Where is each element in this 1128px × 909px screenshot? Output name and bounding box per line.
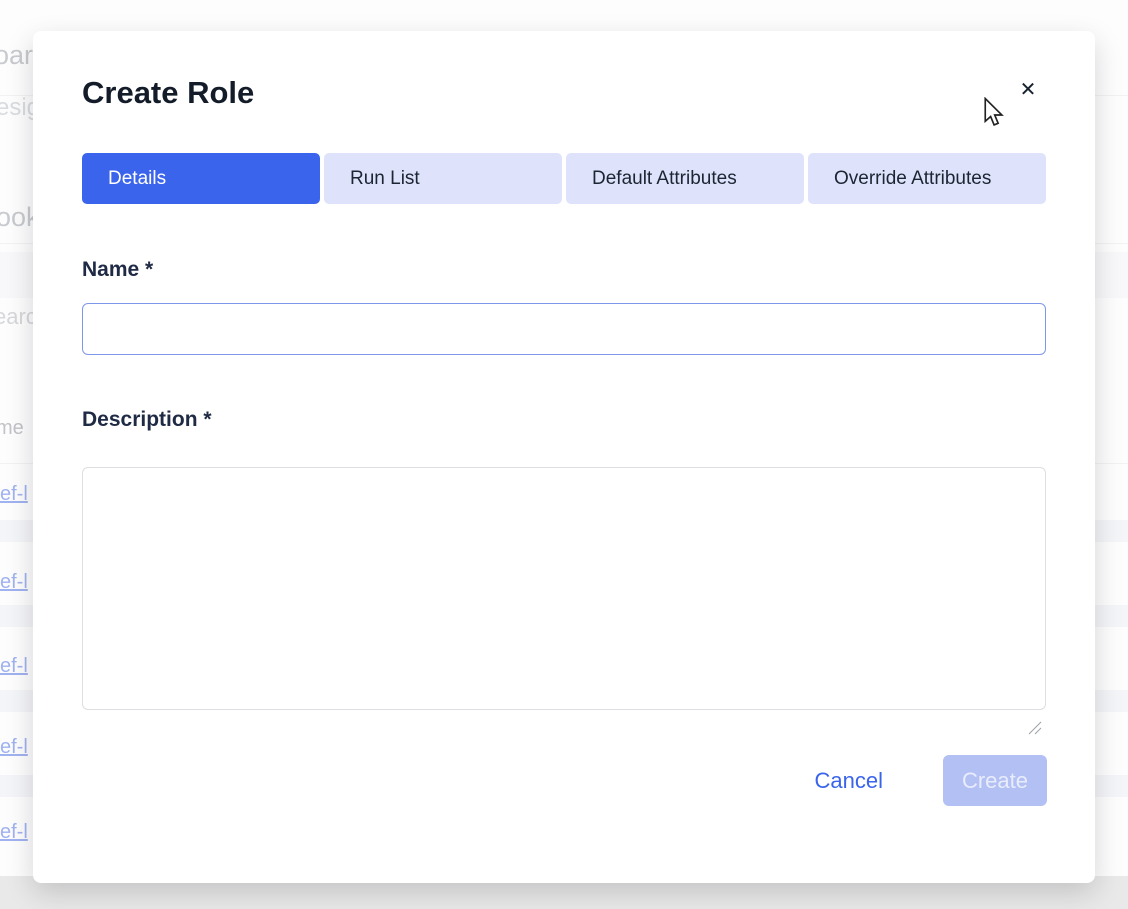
tab-default-attributes[interactable]: Default Attributes bbox=[566, 153, 804, 204]
close-icon: ✕ bbox=[1019, 77, 1037, 101]
tab-bar: Details Run List Default Attributes Over… bbox=[82, 153, 1046, 204]
textarea-resize-handle[interactable] bbox=[1028, 721, 1042, 735]
tab-override-attributes[interactable]: Override Attributes bbox=[808, 153, 1046, 204]
close-button[interactable]: ✕ bbox=[1013, 74, 1043, 104]
tab-run-list[interactable]: Run List bbox=[324, 153, 562, 204]
create-button[interactable]: Create bbox=[943, 755, 1047, 806]
cancel-button[interactable]: Cancel bbox=[815, 768, 883, 794]
create-role-modal: Create Role ✕ Details Run List Default A… bbox=[33, 31, 1095, 883]
name-input[interactable] bbox=[82, 303, 1046, 355]
modal-title: Create Role bbox=[82, 75, 255, 110]
name-label: Name * bbox=[82, 258, 154, 281]
description-label: Description * bbox=[82, 408, 212, 431]
tab-details[interactable]: Details bbox=[82, 153, 320, 204]
modal-actions: Cancel Create bbox=[815, 755, 1047, 806]
description-textarea[interactable] bbox=[82, 467, 1046, 710]
